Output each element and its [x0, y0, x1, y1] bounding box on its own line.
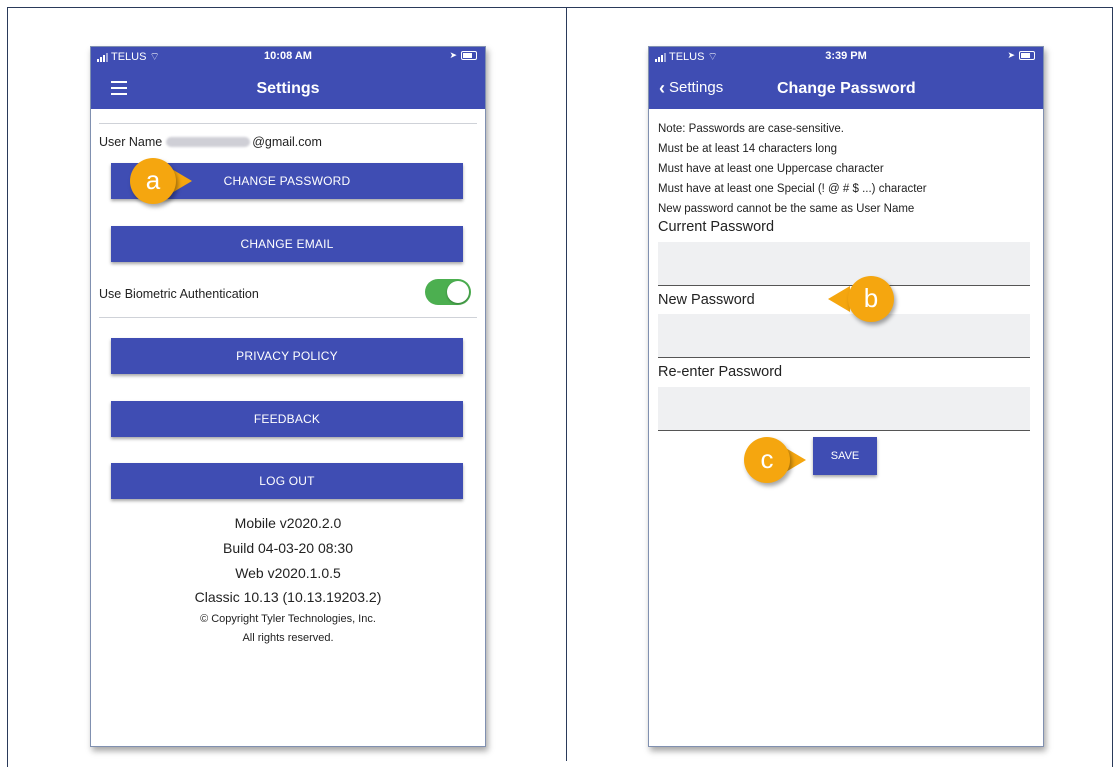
note-line: Note: Passwords are case-sensitive.: [658, 123, 844, 135]
divider: [99, 123, 477, 124]
app-bar: TELUS ⌔ 3:39 PM ➤ ‹ Settings Change Pass…: [649, 47, 1043, 109]
callout-a-letter: a: [145, 165, 161, 195]
note-line: Must be at least 14 characters long: [658, 143, 837, 155]
biometric-label: Use Biometric Authentication: [99, 287, 259, 301]
callout-b-letter: b: [863, 283, 879, 313]
reenter-password-field[interactable]: [658, 387, 1030, 431]
note-line: New password cannot be the same as User …: [658, 203, 915, 215]
page-title: Settings: [256, 80, 320, 97]
current-password-label: Current Password: [658, 219, 775, 235]
status-time: 3:39 PM: [825, 50, 867, 62]
log-out-button[interactable]: LOG OUT: [111, 463, 463, 499]
new-password-label: New Password: [658, 292, 755, 308]
copyright: © Copyright Tyler Technologies, Inc.: [200, 613, 376, 625]
settings-screen: TELUS ⌔ 10:08 AM ➤ Settings User Name @g…: [90, 46, 486, 747]
new-password-field[interactable]: [658, 314, 1030, 358]
toggle-knob: [447, 281, 469, 303]
change-email-button[interactable]: CHANGE EMAIL: [111, 226, 463, 262]
privacy-policy-button[interactable]: PRIVACY POLICY: [111, 338, 463, 374]
callout-a: a: [130, 158, 210, 208]
web-version: Web v2020.1.0.5: [235, 565, 341, 581]
user-name-label: User Name: [99, 135, 163, 149]
rights-reserved: All rights reserved.: [242, 632, 334, 644]
reenter-password-label: Re-enter Password: [658, 364, 783, 380]
biometric-toggle[interactable]: [425, 279, 471, 305]
callout-c-letter: c: [760, 444, 774, 474]
battery-icon: [1019, 51, 1035, 60]
status-bar: TELUS ⌔ 3:39 PM ➤: [649, 47, 1043, 65]
current-password-field[interactable]: [658, 242, 1030, 286]
chevron-left-icon: ‹: [659, 77, 665, 98]
build-version: Build 04-03-20 08:30: [223, 540, 353, 556]
panel-divider: [566, 7, 567, 761]
user-name-row: User Name @gmail.com: [99, 135, 322, 149]
mobile-version: Mobile v2020.2.0: [234, 515, 342, 531]
back-button[interactable]: ‹ Settings: [659, 77, 724, 98]
page-title: Change Password: [777, 80, 916, 97]
user-email-domain: @gmail.com: [252, 135, 322, 149]
note-line: Must have at least one Special (! @ # $ …: [658, 183, 927, 195]
classic-version: Classic 10.13 (10.13.19203.2): [194, 589, 382, 605]
feedback-button[interactable]: FEEDBACK: [111, 401, 463, 437]
divider: [99, 317, 477, 318]
callout-c: c: [744, 437, 824, 487]
location-icon: ➤: [1007, 50, 1015, 60]
app-bar: TELUS ⌔ 10:08 AM ➤ Settings: [91, 47, 485, 109]
status-bar: TELUS ⌔ 10:08 AM ➤: [91, 47, 485, 65]
location-icon: ➤: [449, 50, 457, 60]
battery-icon: [461, 51, 477, 60]
redacted-username: [166, 137, 251, 147]
password-requirements: Note: Passwords are case-sensitive. Must…: [658, 119, 927, 219]
status-time: 10:08 AM: [264, 50, 312, 62]
note-line: Must have at least one Uppercase charact…: [658, 163, 884, 175]
back-label: Settings: [669, 79, 724, 96]
callout-b: b: [828, 276, 928, 326]
change-password-screen: TELUS ⌔ 3:39 PM ➤ ‹ Settings Change Pass…: [648, 46, 1044, 747]
